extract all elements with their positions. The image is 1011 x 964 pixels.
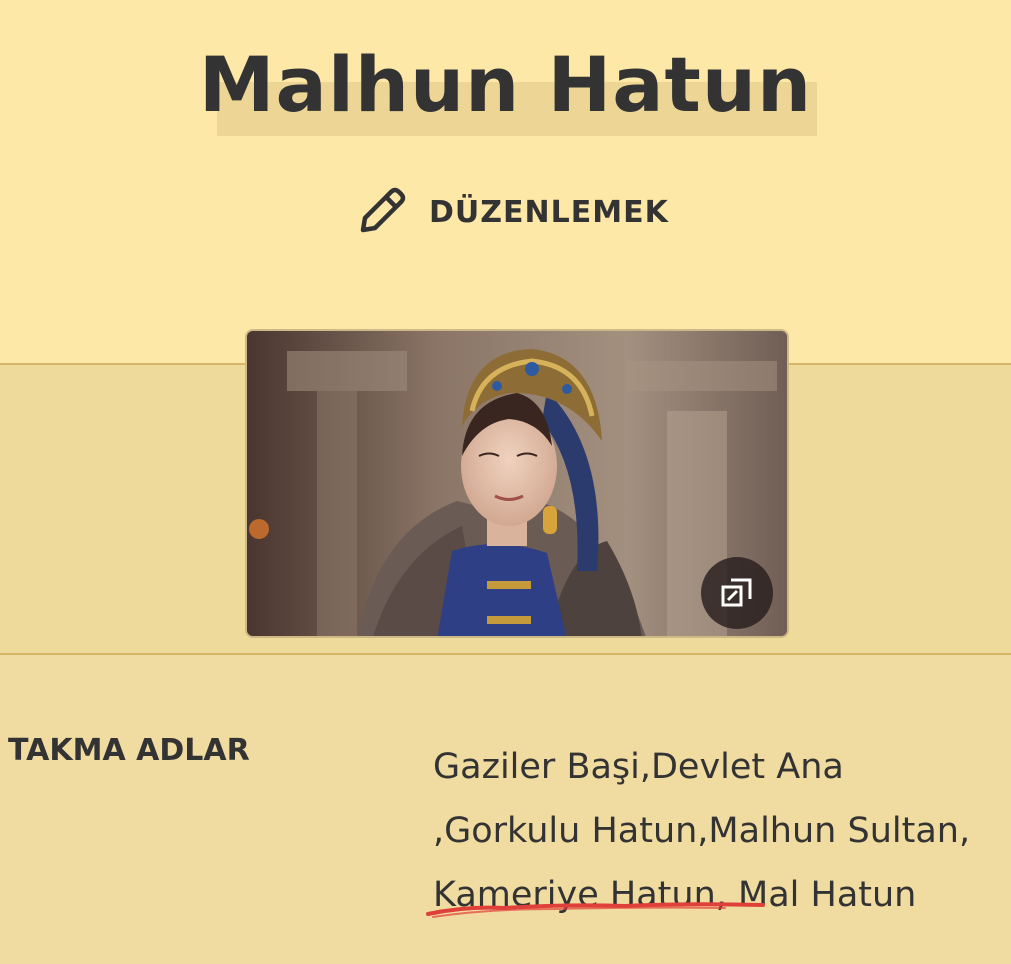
expand-image-button[interactable] xyxy=(701,557,773,629)
nicknames-label: TAKMA ADLAR xyxy=(8,733,250,768)
pencil-icon xyxy=(355,182,411,243)
title-wrap: Malhun Hatun xyxy=(0,40,1011,129)
nickname-line: Gaziler Başi,Devlet Ana xyxy=(433,747,844,787)
edit-label: DÜZENLEMEK xyxy=(429,194,669,230)
expand-icon xyxy=(719,575,755,611)
page-title: Malhun Hatun xyxy=(198,40,813,129)
red-underline-annotation xyxy=(426,902,765,918)
character-image[interactable] xyxy=(245,329,789,638)
edit-button[interactable]: DÜZENLEMEK xyxy=(355,184,669,240)
nickname-line: ,Gorkulu Hatun,Malhun Sultan, xyxy=(433,811,971,851)
